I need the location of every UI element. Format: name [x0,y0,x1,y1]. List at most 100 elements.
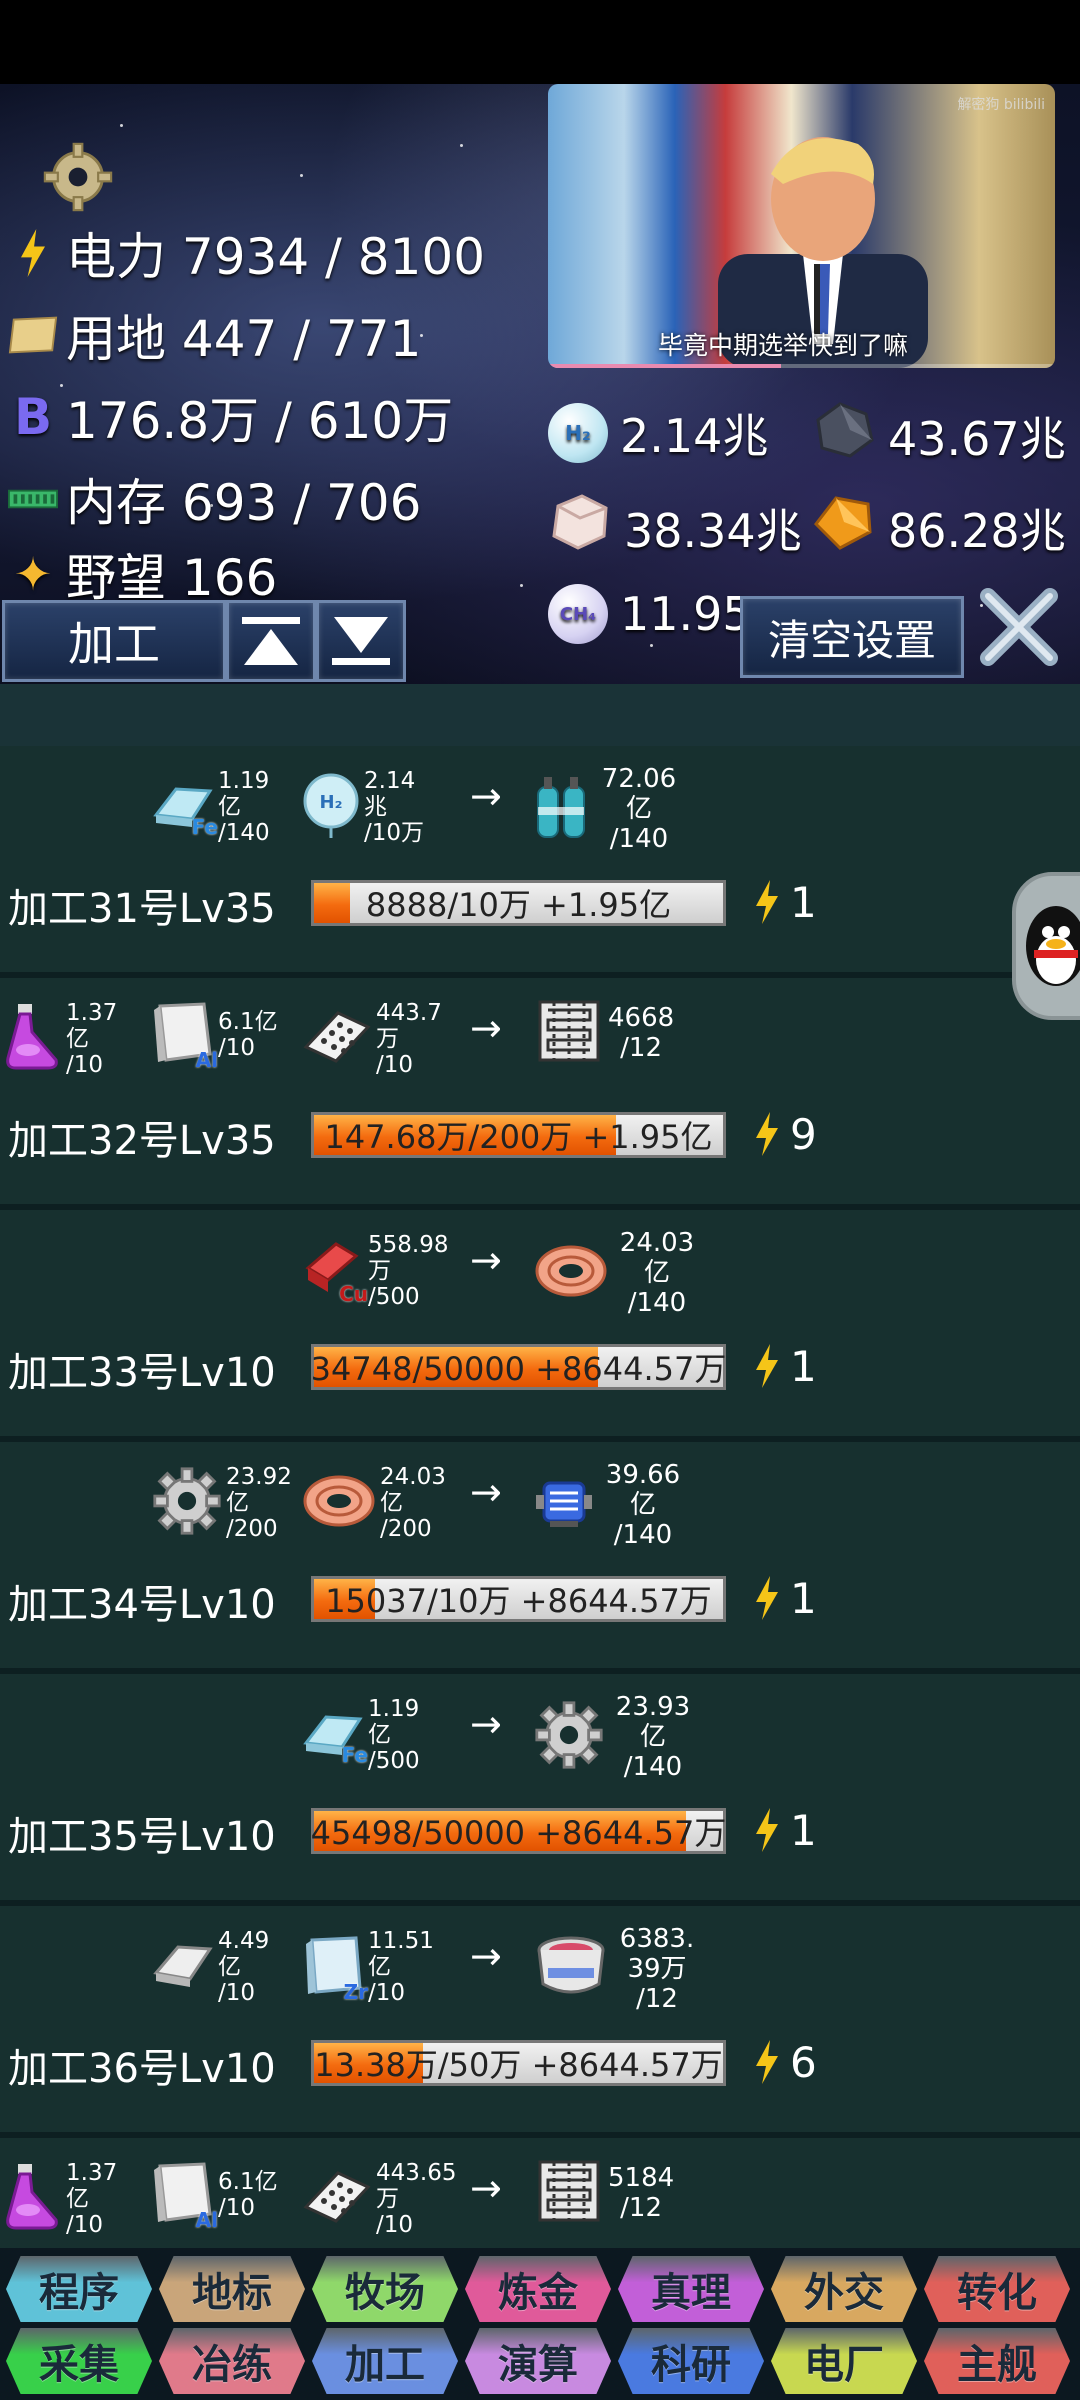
required-amount: /140 [609,824,669,854]
tab-外交[interactable]: 外交 [771,2256,917,2322]
recipe-output: 6383. 39万/12 [534,1924,702,2014]
clear-settings-button[interactable]: 清空设置 [740,596,964,678]
recipe-amount: 443.65 万/10 [376,2160,456,2238]
category-dropdown[interactable]: 加工 [2,600,226,682]
recipe-amount: 23.92 亿/200 [226,1464,298,1542]
video-progress[interactable] [548,364,1055,368]
required-amount: /200 [380,1516,432,1542]
power-usage: 1 [790,878,817,927]
arrow-right-icon: → [470,2166,502,2210]
required-amount: /140 [613,1520,673,1550]
svg-text:H₂: H₂ [320,792,343,813]
stock-amount: 1.37亿 [66,1000,118,1052]
tab-真理[interactable]: 真理 [618,2256,764,2322]
stock-amount: 23.92 亿 [226,1464,292,1516]
recipe-amount: 6.1亿/10 [218,1009,278,1061]
stock-amount: 72.06 亿 [601,764,677,824]
production-progress-bar: 45498/50000 +8644.57万 [311,1808,726,1854]
zirconium-ingot-icon: Zr [302,1932,368,2004]
copper-coil-icon [302,1471,376,1535]
stock-amount: 5184 [608,2163,675,2193]
tab-电厂[interactable]: 电厂 [771,2328,917,2394]
resource-ambition: ✦ 野望 166 [8,546,278,602]
scroll-top-button[interactable] [226,600,316,682]
recipe-amount: 11.51 亿/10 [368,1928,440,2006]
tab-演算[interactable]: 演算 [465,2328,611,2394]
tab-科研[interactable]: 科研 [618,2328,764,2394]
stock-amount: 11.51 亿 [368,1928,434,1980]
stock-amount: 23.93 亿 [615,1692,691,1752]
iron-ingot-icon: Fe [302,1705,368,1767]
stock-amount: 6.1亿 [218,1009,278,1035]
recipe-input: Cu 558.98 万/500 [302,1232,448,1310]
processor-title: 加工31号Lv35 [8,886,276,932]
recipe-amount: 1.19亿/140 [218,768,290,846]
processor-row[interactable]: Fe 1.19亿/140 H₂ 2.14兆/10万 → 72.06 亿/140 加工31号L… [0,746,1080,978]
video-watermark: 解密狗 bilibili [957,97,1045,113]
tab-牧场[interactable]: 牧场 [312,2256,458,2322]
star-icon: ✦ [13,547,53,601]
recipe-input: 1.37亿/10 [2,2160,138,2238]
resource-amber: 86.28兆 [810,492,1066,563]
processor-title: 加工36号Lv10 [8,2046,276,2092]
tab-采集[interactable]: 采集 [6,2328,152,2394]
status-bar [0,0,1080,84]
recipe-amount: 23.93 亿/140 [608,1692,698,1782]
tab-地标[interactable]: 地标 [159,2256,305,2322]
tab-冶练[interactable]: 冶练 [159,2328,305,2394]
gear-icon [534,1700,604,1774]
recipe-input: 443.65 万/10 [302,2160,456,2238]
scroll-bottom-button[interactable] [316,600,406,682]
resource-label: 176.8万 / 610万 [66,392,454,450]
recipe-amount: 5184/12 [608,2163,674,2223]
processor-row[interactable]: 1.37亿/10 Al 6.1亿/10 443.65 万/10 → 5184/12 [0,2138,1080,2248]
amber-gem-icon [810,492,876,563]
resource-label: 用地 447 / 771 [66,310,422,368]
salt-crystal-icon [548,492,612,563]
recipe-input: 4.49亿/10 [152,1928,290,2006]
processor-row[interactable]: Cu 558.98 万/500 → 24.03 亿/140 加工33号Lv10 34748… [0,1210,1080,1442]
processor-row[interactable]: Fe 1.19亿/500 → 23.93 亿/140 加工35号Lv10 45498/50… [0,1674,1080,1906]
element-tag: Fe [191,815,218,839]
qq-penguin-icon[interactable] [1012,872,1080,1020]
stock-amount: 1.19亿 [218,768,270,820]
chip-grid-icon [534,996,604,1070]
recipe-amount: 6383. 39万/12 [612,1924,702,2014]
progress-text: 45498/50000 +8644.57万 [310,1814,727,1852]
required-amount: /10 [66,2212,104,2238]
production-progress-bar: 15037/10万 +8644.57万 [311,1576,726,1622]
tab-转化[interactable]: 转化 [924,2256,1070,2322]
required-amount: /10万 [364,820,425,846]
power-usage: 1 [790,1574,817,1623]
progress-text: 34748/50000 +8644.57万 [310,1350,727,1388]
power-usage: 1 [790,1342,817,1391]
production-progress-bar: 147.68万/200万 +1.95亿 [311,1112,726,1158]
element-tag: Al [195,2208,218,2232]
tab-主舰[interactable]: 主舰 [924,2328,1070,2394]
power-bolt-icon [752,2040,782,2084]
required-amount: /10 [376,2212,414,2238]
tab-炼金[interactable]: 炼金 [465,2256,611,2322]
silver-ingot-icon [152,1937,214,1997]
processor-title: 加工33号Lv10 [8,1350,276,1396]
circuit-board-icon [302,1007,372,1071]
floating-video-player[interactable]: 解密狗 bilibili 毕竟中期选举快到了嘛 [548,84,1055,368]
processor-row[interactable]: 23.92 亿/200 24.03 亿/200 → 39.66 亿/140 加工34号L… [0,1442,1080,1674]
required-amount: /10 [66,1052,104,1078]
arrow-right-icon: → [470,1934,502,1978]
arrow-right-icon: → [470,1238,502,1282]
memory-chip-icon [8,474,58,524]
tab-加工[interactable]: 加工 [312,2328,458,2394]
recipe-input: 24.03 亿/200 [302,1464,452,1542]
close-icon[interactable] [974,582,1064,672]
tab-程序[interactable]: 程序 [6,2256,152,2322]
resource-ore: 43.67兆 [810,400,1066,471]
power-bolt-icon [752,1808,782,1852]
processor-list[interactable]: Fe 1.19亿/140 H₂ 2.14兆/10万 → 72.06 亿/140 加工31号L… [0,684,1080,2248]
motor-icon [534,1475,594,1535]
settings-gear-icon[interactable] [42,141,114,213]
processor-row[interactable]: 1.37亿/10 Al 6.1亿/10 443.7 万/10 → 4668/12 加工32号… [0,978,1080,1210]
recipe-output: 39.66 亿/140 [534,1460,688,1550]
processor-row[interactable]: 4.49亿/10 Zr 11.51 亿/10 → 6383. 39万/12 加工36号Lv… [0,1906,1080,2138]
processor-title: 加工32号Lv35 [8,1118,276,1164]
